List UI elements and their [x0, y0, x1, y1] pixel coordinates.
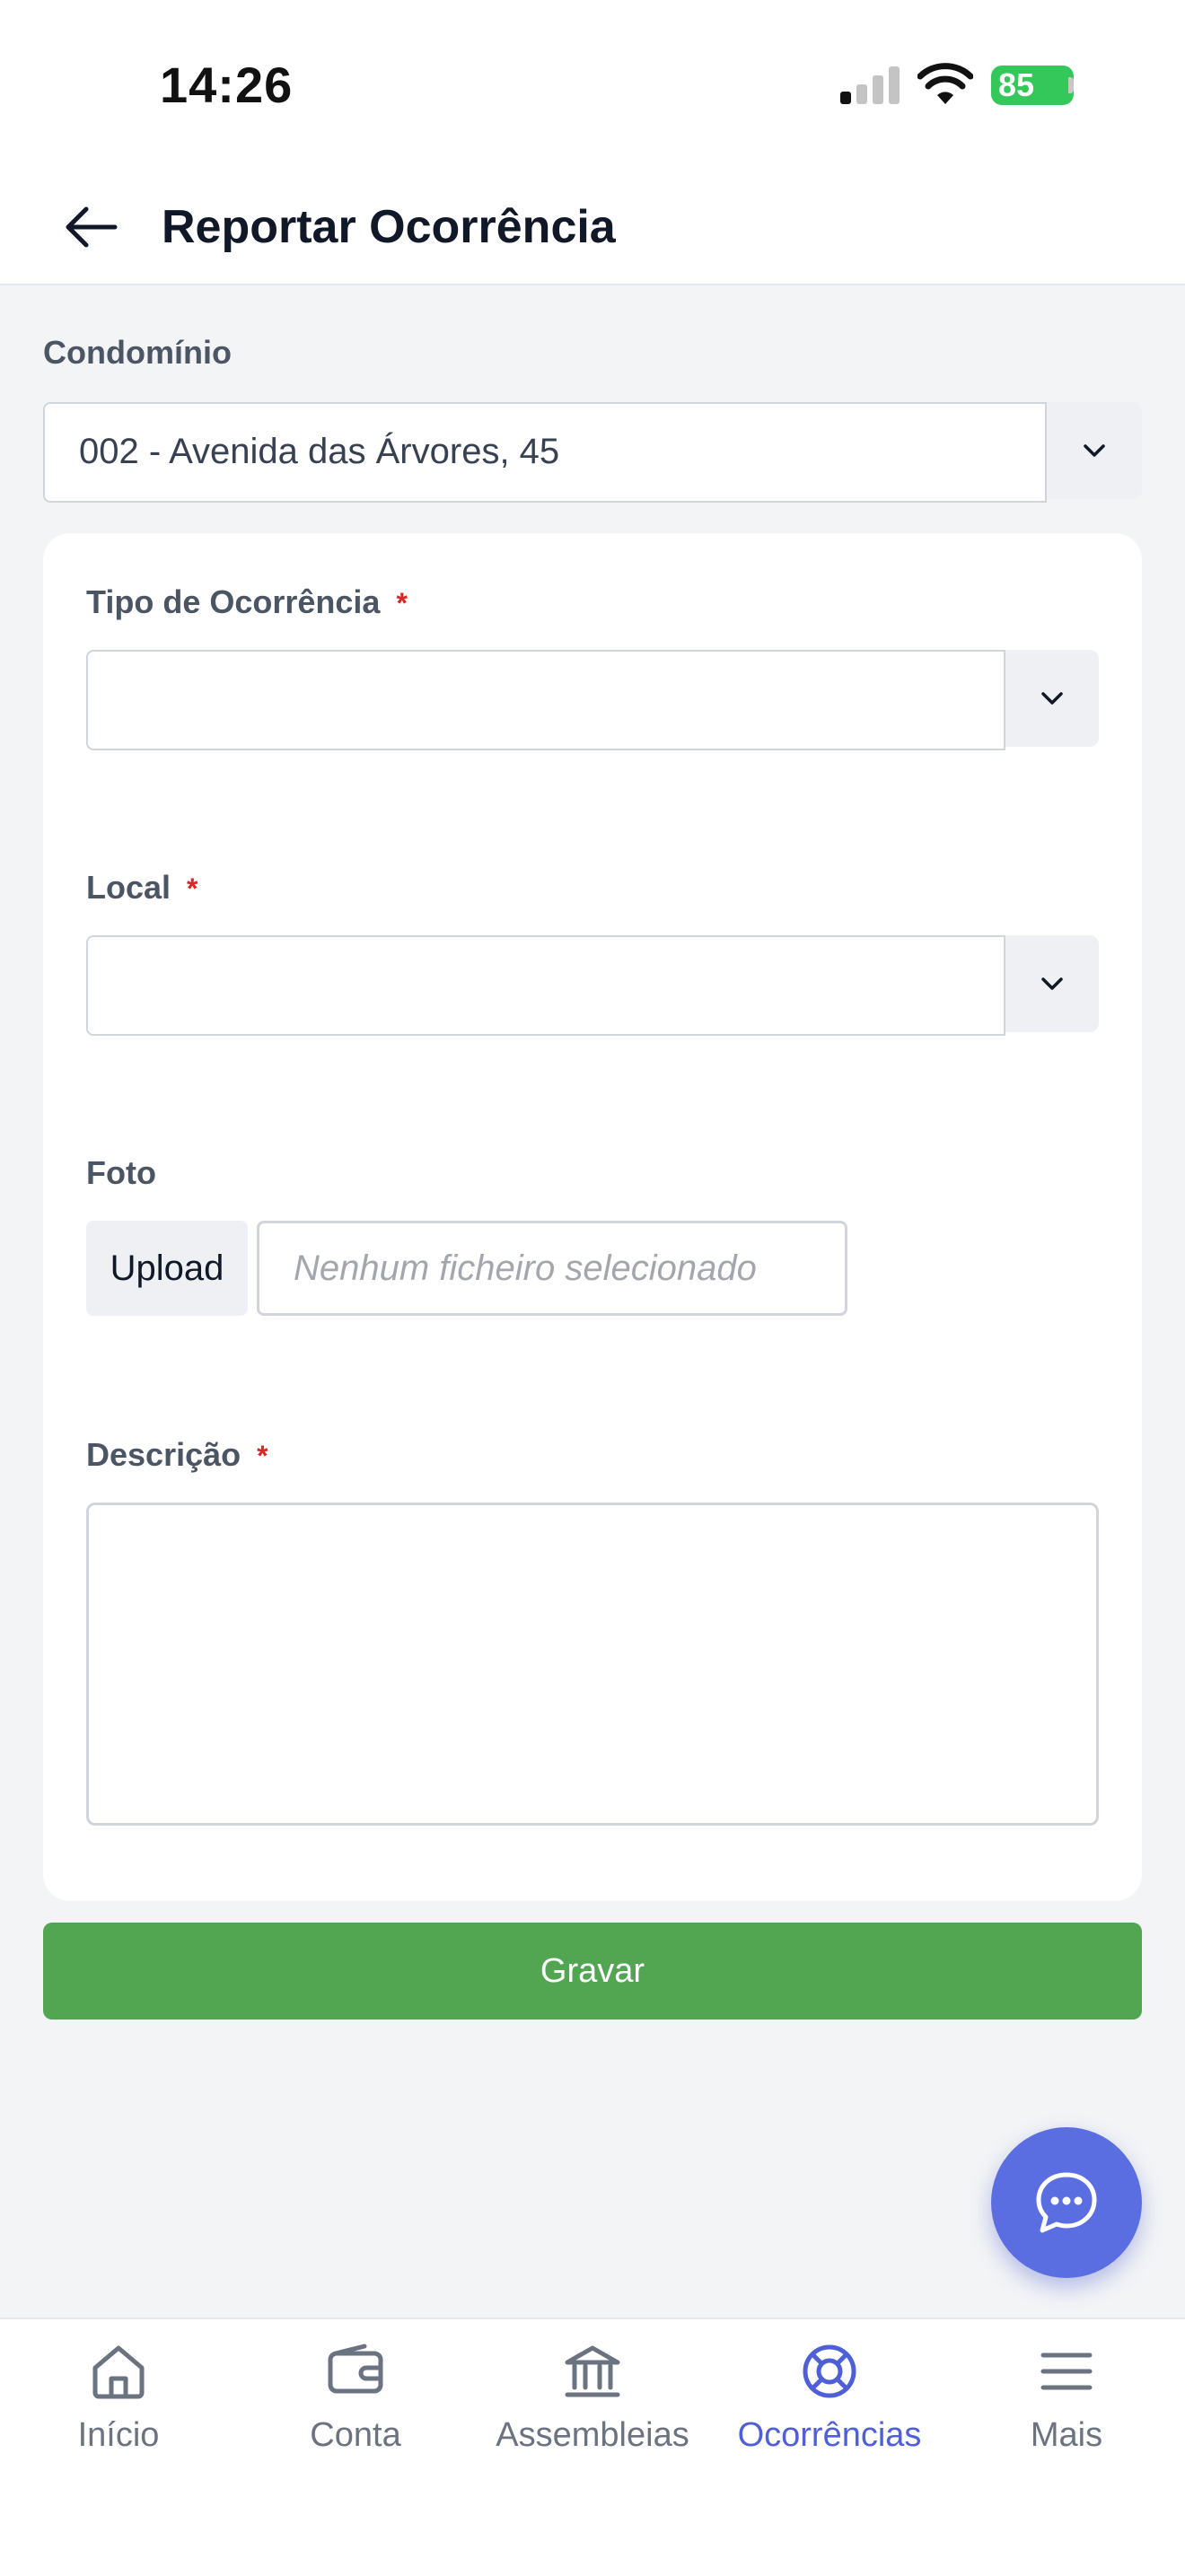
save-button[interactable]: Gravar	[43, 1923, 1142, 2020]
upload-button[interactable]: Upload	[86, 1221, 248, 1316]
tab-label: Ocorrências	[737, 2416, 922, 2454]
bottom-tab-bar: Início Conta Assembleias Ocorrências Mai…	[0, 2318, 1185, 2576]
file-name-field[interactable]: Nenhum ficheiro selecionado	[257, 1221, 847, 1316]
lifebuoy-icon	[803, 2344, 856, 2398]
tipo-select[interactable]	[86, 650, 1005, 750]
bank-icon	[565, 2345, 620, 2397]
tab-label: Início	[77, 2416, 160, 2454]
tipo-label-text: Tipo de Ocorrência	[86, 583, 381, 620]
status-bar: 14:26 85	[0, 0, 1185, 171]
chat-icon	[1036, 2172, 1097, 2233]
descricao-label-text: Descrição	[86, 1436, 241, 1473]
chat-button[interactable]	[991, 2127, 1142, 2278]
back-arrow-icon[interactable]	[61, 197, 120, 257]
wifi-icon	[917, 63, 973, 104]
tab-assembleias[interactable]: Assembleias	[474, 2319, 711, 2499]
chevron-down-icon	[1084, 444, 1105, 457]
page-title: Reportar Ocorrência	[162, 201, 616, 253]
status-time: 14:26	[160, 57, 294, 113]
battery-level: 85	[998, 66, 1035, 103]
chevron-down-icon	[1041, 977, 1063, 990]
chevron-down-icon	[1041, 692, 1063, 705]
tab-mais[interactable]: Mais	[948, 2319, 1185, 2499]
tab-conta[interactable]: Conta	[237, 2319, 474, 2499]
local-label-text: Local	[86, 869, 171, 906]
condominio-select[interactable]: 002 - Avenida das Árvores, 45	[43, 402, 1047, 503]
tab-label: Assembleias	[496, 2416, 689, 2454]
condominio-label: Condomínio	[43, 334, 232, 371]
foto-label: Foto	[86, 1154, 156, 1191]
required-mark: *	[187, 872, 198, 905]
descricao-label: Descrição *	[86, 1436, 268, 1474]
signal-icon	[840, 66, 900, 104]
tipo-dropdown-button[interactable]	[1005, 650, 1099, 747]
tipo-label: Tipo de Ocorrência *	[86, 583, 408, 621]
descricao-textarea[interactable]	[86, 1503, 1099, 1826]
local-dropdown-button[interactable]	[1005, 935, 1099, 1032]
tab-label: Conta	[310, 2416, 401, 2454]
page-header: Reportar Ocorrência	[0, 171, 1185, 285]
tab-label: Mais	[1030, 2416, 1103, 2454]
local-select[interactable]	[86, 935, 1005, 1036]
tab-ocorrencias[interactable]: Ocorrências	[711, 2319, 948, 2499]
required-mark: *	[396, 587, 408, 619]
condominio-dropdown-button[interactable]	[1047, 402, 1142, 499]
local-label: Local *	[86, 869, 198, 907]
tab-inicio[interactable]: Início	[0, 2319, 237, 2499]
wallet-icon	[328, 2344, 383, 2394]
menu-icon	[1040, 2353, 1093, 2390]
home-icon	[92, 2345, 145, 2399]
required-mark: *	[257, 1440, 268, 1472]
battery-cap	[1068, 77, 1074, 93]
battery-indicator: 85	[991, 66, 1074, 105]
